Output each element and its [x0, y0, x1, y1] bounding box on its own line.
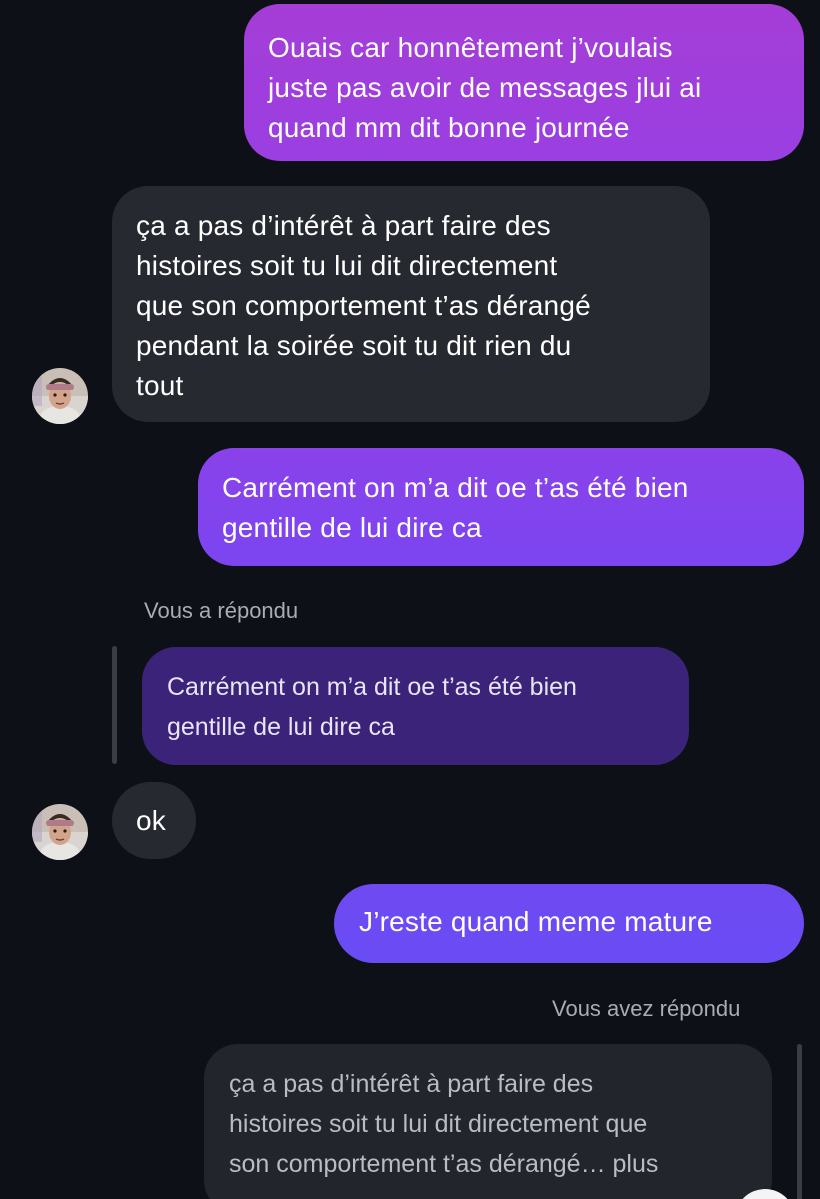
contact-avatar[interactable]: [32, 804, 88, 860]
reply-quote-bar: [112, 646, 117, 764]
received-message-bubble[interactable]: ok: [112, 782, 196, 859]
quoted-message-bubble[interactable]: Carrément on m’a dit oe t’as été bien ge…: [142, 647, 689, 765]
chat-screen: Ouais car honnêtement j’voulais juste pa…: [0, 0, 820, 1199]
reply-quote-bar: [797, 1044, 802, 1199]
sent-message-bubble[interactable]: Ouais car honnêtement j’voulais juste pa…: [244, 4, 804, 161]
avatar-photo-icon: [32, 368, 88, 424]
sent-message-bubble[interactable]: J’reste quand meme mature: [334, 884, 804, 963]
sent-message-bubble[interactable]: Carrément on m’a dit oe t’as été bien ge…: [198, 448, 804, 566]
contact-avatar[interactable]: [32, 368, 88, 424]
reply-label: Vous a répondu: [144, 598, 299, 623]
quoted-message-bubble[interactable]: ça a pas d’intérêt à part faire des hist…: [204, 1044, 772, 1199]
avatar-photo-icon: [32, 804, 88, 860]
reply-label: Vous avez répondu: [552, 996, 741, 1021]
received-message-bubble[interactable]: ça a pas d’intérêt à part faire des hist…: [112, 186, 710, 422]
